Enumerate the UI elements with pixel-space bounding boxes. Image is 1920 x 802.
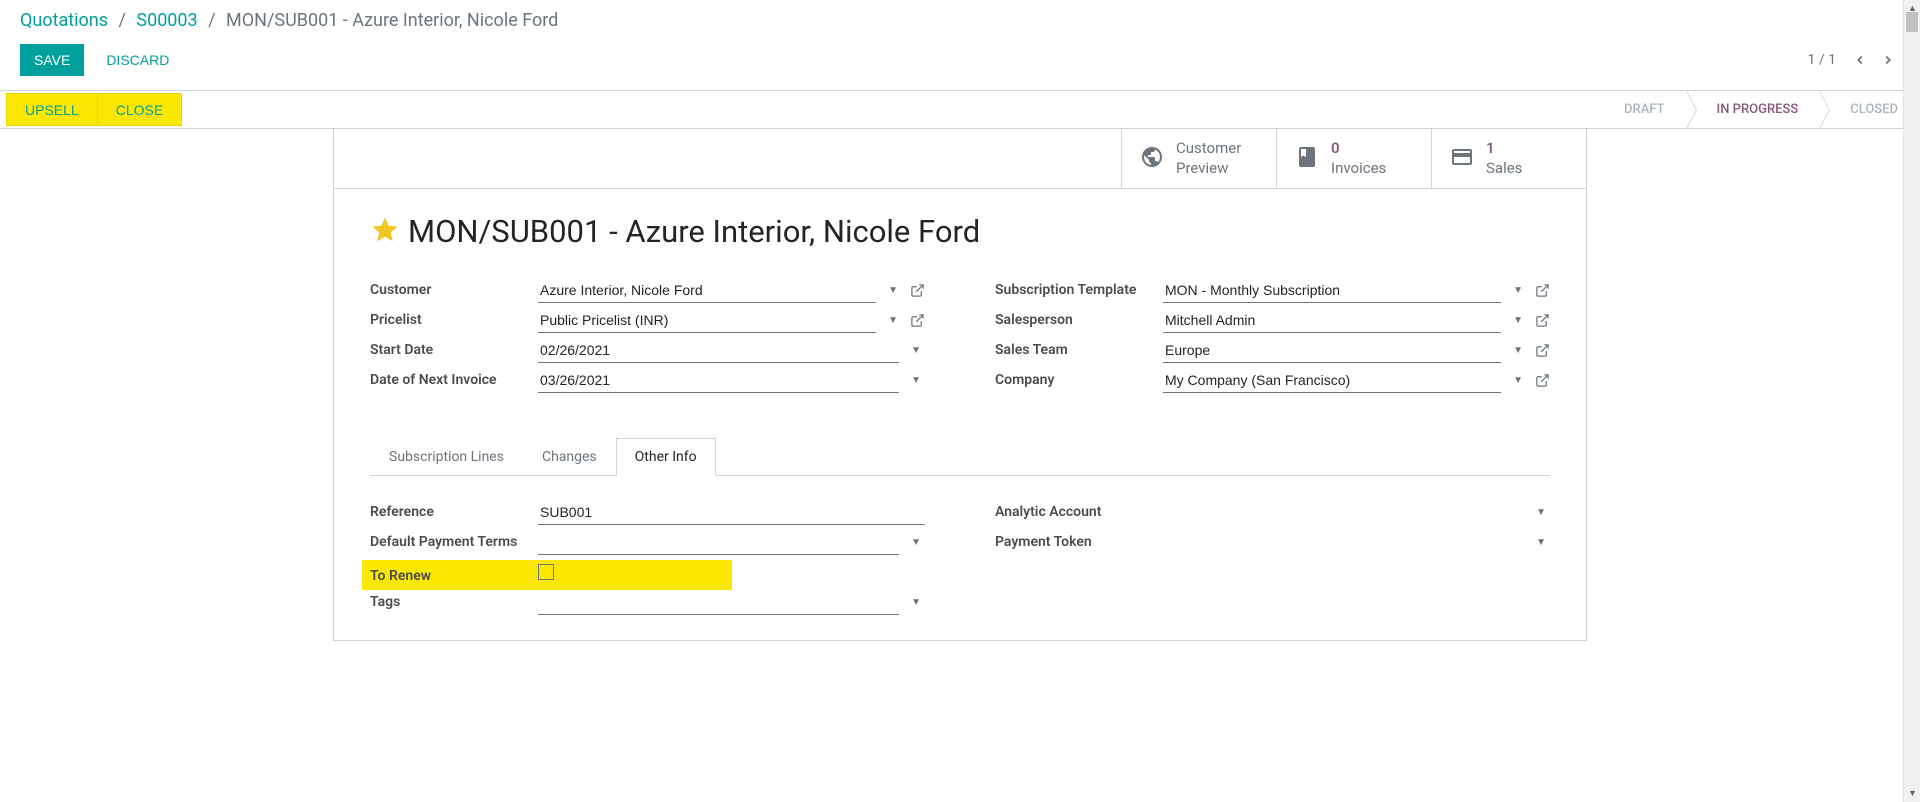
payment-terms-field[interactable] [538, 530, 899, 555]
analytic-account-label: Analytic Account [995, 500, 1155, 520]
chevron-down-icon[interactable]: ▼ [1509, 315, 1527, 326]
chevron-down-icon[interactable]: ▼ [884, 315, 902, 326]
customer-preview-button[interactable]: Customer Preview [1121, 129, 1276, 188]
sales-button[interactable]: 1 Sales [1431, 129, 1586, 188]
form-sheet: Customer Preview 0 Invoices 1 [333, 129, 1587, 641]
chevron-down-icon[interactable]: ▼ [907, 597, 925, 608]
control-bar: Save Discard 1 / 1 [0, 36, 1920, 91]
book-icon [1295, 145, 1319, 173]
stat-label: Customer [1176, 139, 1241, 159]
chevron-down-icon[interactable]: ▼ [1532, 507, 1550, 518]
subscription-template-label: Subscription Template [995, 278, 1155, 298]
external-link-icon[interactable] [1535, 313, 1550, 328]
stat-buttons: Customer Preview 0 Invoices 1 [334, 129, 1586, 189]
stat-value: 1 [1486, 139, 1522, 159]
next-invoice-field[interactable] [538, 368, 899, 393]
customer-label: Customer [370, 278, 530, 298]
company-field[interactable] [1163, 368, 1501, 393]
chevron-down-icon[interactable]: ▼ [1532, 537, 1550, 548]
sales-team-label: Sales Team [995, 338, 1155, 358]
external-link-icon[interactable] [1535, 373, 1550, 388]
breadcrumb-separator: / [118, 10, 125, 31]
breadcrumb: Quotations / S00003 / MON/SUB001 - Azure… [0, 0, 1920, 36]
stat-label: Invoices [1331, 159, 1386, 179]
credit-card-icon [1450, 145, 1474, 173]
record-title: MON/SUB001 - Azure Interior, Nicole Ford [408, 213, 980, 250]
pricelist-field[interactable] [538, 308, 876, 333]
chevron-down-icon[interactable]: ▼ [884, 285, 902, 296]
breadcrumb-parent[interactable]: S00003 [136, 10, 197, 31]
start-date-label: Start Date [370, 338, 530, 358]
breadcrumb-separator: / [208, 10, 215, 31]
stage-in-progress[interactable]: In Progress [1687, 91, 1821, 128]
salesperson-field[interactable] [1163, 308, 1501, 333]
reference-label: Reference [370, 500, 530, 520]
pager-prev-button[interactable] [1848, 48, 1872, 72]
tab-changes[interactable]: Changes [523, 438, 616, 475]
pricelist-label: Pricelist [370, 308, 530, 328]
company-label: Company [995, 368, 1155, 388]
subscription-template-field[interactable] [1163, 278, 1501, 303]
chevron-down-icon[interactable]: ▼ [907, 345, 925, 356]
chevron-down-icon[interactable]: ▼ [1509, 375, 1527, 386]
external-link-icon[interactable] [1535, 343, 1550, 358]
tabs: Subscription Lines Changes Other Info [370, 438, 1550, 476]
stat-value: 0 [1331, 139, 1386, 159]
stage-draft[interactable]: Draft [1606, 91, 1687, 128]
analytic-account-field[interactable] [1163, 500, 1524, 525]
reference-field[interactable] [538, 500, 925, 525]
chevron-down-icon[interactable]: ▼ [907, 375, 925, 386]
chevron-down-icon[interactable]: ▼ [1509, 345, 1527, 356]
salesperson-label: Salesperson [995, 308, 1155, 328]
stat-label: Sales [1486, 159, 1522, 179]
pager-count: 1 / 1 [1808, 52, 1836, 68]
tab-subscription-lines[interactable]: Subscription Lines [370, 438, 523, 475]
to-renew-label: To Renew [370, 564, 530, 584]
customer-field[interactable] [538, 278, 876, 303]
chevron-down-icon[interactable]: ▼ [907, 537, 925, 548]
tags-field[interactable] [538, 590, 899, 615]
statusbar: Upsell Close Draft In Progress Closed [0, 91, 1920, 129]
upsell-button[interactable]: Upsell [6, 93, 98, 126]
star-icon[interactable] [370, 215, 400, 249]
to-renew-checkbox[interactable] [538, 564, 554, 580]
pager-next-button[interactable] [1876, 48, 1900, 72]
start-date-field[interactable] [538, 338, 899, 363]
external-link-icon[interactable] [1535, 283, 1550, 298]
breadcrumb-root[interactable]: Quotations [20, 10, 108, 31]
chevron-down-icon[interactable]: ▼ [1509, 285, 1527, 296]
discard-button[interactable]: Discard [92, 44, 183, 76]
save-button[interactable]: Save [20, 44, 84, 76]
scroll-down-icon[interactable]: ▼ [1904, 785, 1920, 802]
external-link-icon[interactable] [910, 283, 925, 298]
globe-icon [1140, 145, 1164, 173]
tab-other-info[interactable]: Other Info [616, 438, 716, 476]
sales-team-field[interactable] [1163, 338, 1501, 363]
close-button[interactable]: Close [98, 93, 182, 126]
tags-label: Tags [370, 590, 530, 610]
scrollbar[interactable]: ▲ ▼ [1903, 0, 1920, 802]
payment-terms-label: Default Payment Terms [370, 530, 530, 550]
invoices-button[interactable]: 0 Invoices [1276, 129, 1431, 188]
payment-token-label: Payment Token [995, 530, 1155, 550]
payment-token-field[interactable] [1163, 530, 1524, 555]
stat-label: Preview [1176, 159, 1241, 179]
external-link-icon[interactable] [910, 313, 925, 328]
breadcrumb-current: MON/SUB001 - Azure Interior, Nicole Ford [226, 10, 558, 31]
next-invoice-label: Date of Next Invoice [370, 368, 530, 388]
scrollbar-thumb[interactable] [1906, 12, 1918, 32]
